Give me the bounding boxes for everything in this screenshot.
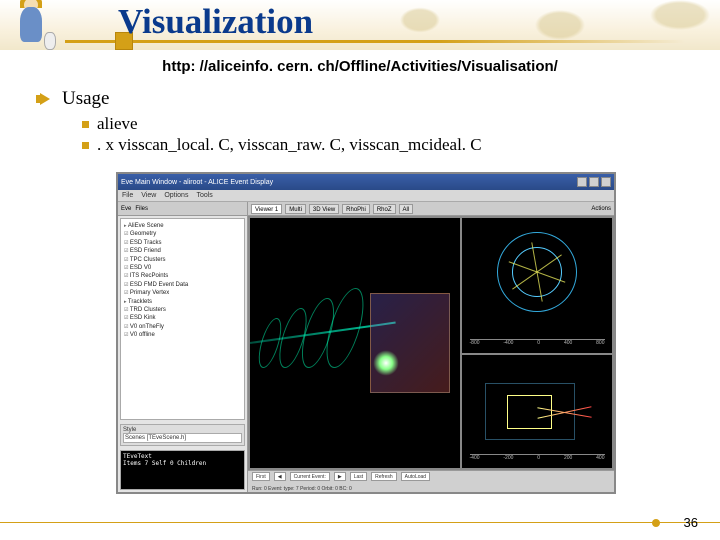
alice-logo	[10, 2, 65, 57]
menu-item[interactable]: Options	[164, 192, 188, 199]
viewer-tab[interactable]: All	[399, 204, 414, 214]
tree-item[interactable]: ESD FMD Event Data	[124, 281, 241, 289]
views-grid: -800-4000400800 -400-2000200400	[248, 216, 614, 470]
page-number: 36	[684, 515, 698, 530]
right-pane: Viewer 1 Multi 3D View RhoPhi RhoZ All A…	[248, 202, 614, 492]
window-title: Eve Main Window - aliroot - ALICE Event …	[121, 179, 273, 186]
autoload-checkbox[interactable]: AutoLoad	[401, 472, 430, 481]
menu-item[interactable]: Tools	[196, 192, 212, 199]
page-footer	[0, 522, 720, 534]
reference-url: http: //aliceinfo. cern. ch/Offline/Acti…	[0, 58, 720, 75]
left-tabs: Eve Files	[118, 202, 247, 216]
right-tabs: Viewer 1 Multi 3D View RhoPhi RhoZ All A…	[248, 202, 614, 216]
tree-item[interactable]: Primary Vertex	[124, 289, 241, 297]
tree-item[interactable]: ESD V0	[124, 264, 241, 272]
square-bullet-icon	[82, 121, 89, 128]
console-panel[interactable]: TEveText Items 7 Self 0 Children	[120, 450, 245, 490]
viewer-tab[interactable]: RhoPhi	[342, 204, 370, 214]
window-menubar: File View Options Tools	[118, 190, 614, 202]
tree-item[interactable]: ESD Kink	[124, 314, 241, 322]
tree-item[interactable]: V0 offline	[124, 331, 241, 339]
actions-label[interactable]: Actions	[591, 206, 611, 212]
event-field[interactable]: Current Event:	[290, 472, 330, 481]
view-rhoz[interactable]: -400-2000200400	[462, 355, 612, 468]
next-button[interactable]: ▶	[334, 472, 346, 481]
window-titlebar: Eve Main Window - aliroot - ALICE Event …	[118, 174, 614, 190]
footer-dot-icon	[652, 519, 660, 527]
slide-title: Visualization	[118, 2, 313, 42]
run-info: Run: 0 Event: type: 7 Period: 0 Orbit: 0…	[252, 486, 610, 492]
tree-item[interactable]: AliEve Scene	[124, 222, 241, 230]
console-line: TEveText	[123, 453, 152, 460]
style-panel: Style Scenes [TEveScene.h]	[120, 424, 245, 446]
left-tab[interactable]: Files	[135, 206, 148, 212]
left-tab[interactable]: Eve	[121, 206, 131, 212]
tree-item[interactable]: V0 onTheFly	[124, 323, 241, 331]
viewer-tab[interactable]: Viewer 1	[251, 204, 282, 214]
view-3d[interactable]	[250, 218, 460, 468]
usage-item-row: . x visscan_local. C, visscan_raw. C, vi…	[82, 135, 690, 155]
viewer-tab[interactable]: RhoZ	[373, 204, 396, 214]
refresh-button[interactable]: Refresh	[371, 472, 397, 481]
tree-item[interactable]: ITS RecPoints	[124, 272, 241, 280]
tree-item[interactable]: ESD Tracks	[124, 239, 241, 247]
close-button[interactable]	[601, 177, 611, 187]
usage-item-text: . x visscan_local. C, visscan_raw. C, vi…	[97, 135, 482, 155]
event-toolbar: First ◀ Current Event: ▶ Last Refresh Au…	[248, 470, 614, 492]
minimize-button[interactable]	[577, 177, 587, 187]
usage-item-row: alieve	[82, 114, 690, 134]
first-button[interactable]: First	[252, 472, 270, 481]
axis-ticks: -800-4000400800	[470, 339, 605, 349]
square-bullet-icon	[82, 142, 89, 149]
viewer-tab[interactable]: Multi	[285, 204, 306, 214]
tree-item[interactable]: Tracklets	[124, 298, 241, 306]
axis-ticks: -400-2000200400	[470, 454, 605, 464]
style-value[interactable]: Scenes [TEveScene.h]	[123, 433, 242, 443]
usage-label: Usage	[62, 88, 109, 110]
prev-button[interactable]: ◀	[274, 472, 286, 481]
tree-item[interactable]: TRD Clusters	[124, 306, 241, 314]
usage-bullet: Usage	[40, 88, 690, 110]
last-button[interactable]: Last	[350, 472, 367, 481]
view-rhophi[interactable]: -800-4000400800	[462, 218, 612, 353]
left-pane: Eve Files AliEve Scene Geometry ESD Trac…	[118, 202, 248, 492]
menu-item[interactable]: File	[122, 192, 133, 199]
embedded-screenshot: Eve Main Window - aliroot - ALICE Event …	[116, 172, 616, 494]
usage-item-text: alieve	[97, 114, 138, 134]
arrow-bullet-icon	[40, 93, 50, 105]
tree-item[interactable]: Geometry	[124, 230, 241, 238]
scene-tree[interactable]: AliEve Scene Geometry ESD Tracks ESD Fri…	[120, 218, 245, 420]
menu-item[interactable]: View	[141, 192, 156, 199]
tree-item[interactable]: TPC Clusters	[124, 256, 241, 264]
tree-item[interactable]: ESD Friend	[124, 247, 241, 255]
viewer-tab[interactable]: 3D View	[309, 204, 339, 214]
maximize-button[interactable]	[589, 177, 599, 187]
console-line: Items 7 Self 0 Children	[123, 460, 206, 467]
content-area: Usage alieve . x visscan_local. C, vissc…	[40, 88, 690, 156]
